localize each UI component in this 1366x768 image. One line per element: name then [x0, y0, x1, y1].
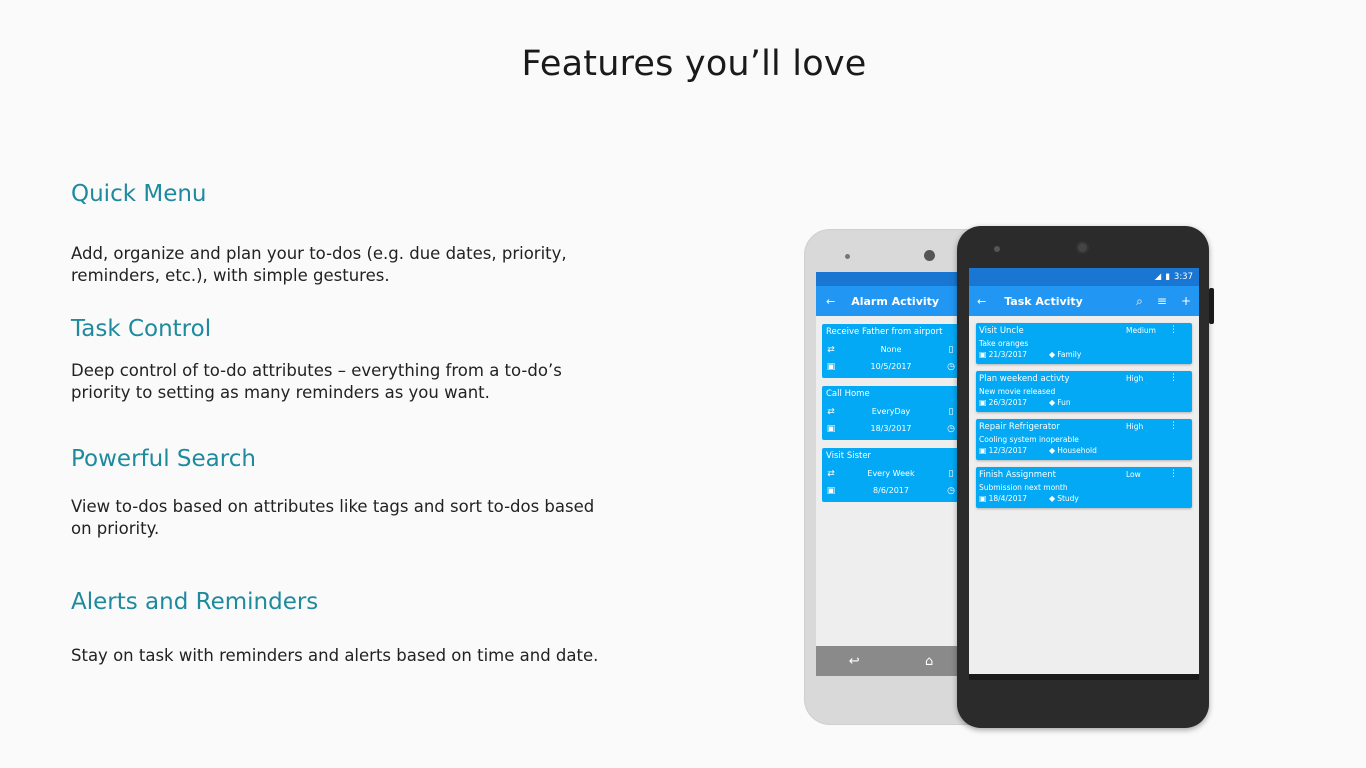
speaker-dot [845, 254, 850, 259]
task-note: New movie released [979, 387, 1056, 396]
vibrate-icon[interactable]: ▯ [946, 345, 956, 355]
vibrate-icon[interactable]: ▯ [946, 407, 956, 417]
feature-title: Alerts and Reminders [71, 589, 319, 615]
alarm-card[interactable]: Visit Sister ⇄ Every Week ▯ ▣ 8/6/2017 ◷ [822, 448, 960, 502]
alarm-activity-screen: ← Alarm Activity Receive Father from air… [816, 272, 966, 676]
alarm-name: Visit Sister [826, 451, 872, 461]
tag-icon: ◆ [1049, 398, 1056, 407]
task-title: Plan weekend activty [979, 374, 1070, 384]
more-vert-icon[interactable]: ⋮ [1169, 325, 1178, 335]
power-button [1209, 288, 1214, 324]
feature-powerful-search: Powerful Search View to-dos based on att… [71, 446, 611, 540]
alarm-card[interactable]: Receive Father from airport ⇄ None ▯ ▣ 10/5… [822, 324, 960, 378]
clock-icon[interactable]: ◷ [946, 362, 956, 372]
screen-bottom-bezel [969, 674, 1199, 680]
feature-description: View to-dos based on attributes like tag… [71, 497, 595, 538]
calendar-icon: ▣ [826, 485, 836, 496]
task-priority: Medium [1126, 326, 1156, 335]
alarm-name: Receive Father from airport [826, 327, 943, 337]
more-vert-icon[interactable]: ⋮ [1169, 421, 1178, 431]
task-tag: Household [1057, 446, 1097, 455]
feature-description: Stay on task with reminders and alerts b… [71, 646, 599, 665]
task-tag: Fun [1057, 398, 1071, 407]
repeat-icon: ⇄ [827, 468, 835, 479]
task-card[interactable]: Finish Assignment Low ⋮ Submission next … [976, 467, 1192, 508]
status-time: 3:37 [1173, 272, 1193, 282]
task-priority: Low [1126, 470, 1141, 479]
task-title: Repair Refrigerator [979, 422, 1060, 432]
nav-back-icon[interactable]: ↩ [849, 654, 860, 669]
nav-bar: ↩ ⌂ [816, 646, 966, 676]
calendar-icon: ▣ [979, 350, 987, 359]
feature-title: Task Control [71, 316, 212, 342]
calendar-icon: ▣ [979, 398, 987, 407]
sort-icon[interactable]: ≡ [1157, 294, 1167, 308]
more-vert-icon[interactable]: ⋮ [1169, 373, 1178, 383]
tag-icon: ◆ [1049, 350, 1056, 359]
signal-icon: ◢ [1154, 272, 1162, 282]
back-arrow-icon[interactable]: ← [826, 295, 835, 308]
alarm-name: Call Home [826, 389, 870, 399]
feature-title: Powerful Search [71, 446, 256, 472]
search-icon[interactable]: ⌕ [1136, 294, 1143, 309]
speaker-dot [994, 246, 1000, 252]
app-bar-title: Alarm Activity [851, 294, 940, 308]
camera [924, 250, 935, 261]
calendar-icon: ▣ [826, 361, 836, 372]
task-note: Submission next month [979, 483, 1068, 492]
more-vert-icon[interactable]: ⋮ [1169, 469, 1178, 479]
task-priority: High [1126, 422, 1144, 431]
feature-description: Add, organize and plan your to-dos (e.g.… [71, 244, 567, 285]
feature-task-control: Task Control Deep control of to-do attri… [71, 316, 611, 404]
battery-icon: ▮ [1165, 272, 1170, 282]
feature-title: Quick Menu [71, 181, 207, 207]
task-activity-screen: ◢ ▮ 3:37 ← Task Activity ⌕ ≡ + Visit Unc… [969, 268, 1199, 674]
page-title: Features you’ll love [521, 44, 867, 84]
calendar-icon: ▣ [826, 423, 836, 434]
task-tag: Family [1057, 350, 1082, 359]
alarm-repeat: Every Week [867, 469, 915, 478]
task-card[interactable]: Plan weekend activty High ⋮ New movie re… [976, 371, 1192, 412]
vibrate-icon[interactable]: ▯ [946, 469, 956, 479]
task-title: Visit Uncle [979, 326, 1024, 336]
alarm-card[interactable]: Call Home ⇄ EveryDay ▯ ▣ 18/3/2017 ◷ [822, 386, 960, 440]
clock-icon[interactable]: ◷ [946, 424, 956, 434]
task-date: 18/4/2017 [988, 494, 1028, 503]
status-bar: ◢ ▮ 3:37 [969, 268, 1199, 286]
task-title: Finish Assignment [979, 470, 1056, 480]
task-card[interactable]: Repair Refrigerator High ⋮ Cooling syste… [976, 419, 1192, 460]
feature-alerts-reminders: Alerts and Reminders Stay on task with r… [71, 589, 611, 667]
app-bar: ← Alarm Activity [816, 286, 966, 316]
calendar-icon: ▣ [979, 494, 987, 503]
repeat-icon: ⇄ [827, 344, 835, 355]
task-note: Cooling system inoperable [979, 435, 1079, 444]
task-date: 26/3/2017 [988, 398, 1028, 407]
back-arrow-icon[interactable]: ← [977, 295, 986, 308]
camera [1076, 241, 1089, 254]
task-priority: High [1126, 374, 1144, 383]
calendar-icon: ▣ [979, 446, 987, 455]
app-bar-title: Task Activity [1004, 294, 1083, 308]
feature-description: Deep control of to-do attributes – every… [71, 361, 562, 402]
alarm-date: 18/3/2017 [870, 424, 912, 433]
task-date: 12/3/2017 [988, 446, 1028, 455]
clock-icon[interactable]: ◷ [946, 486, 956, 496]
app-bar: ← Task Activity ⌕ ≡ + [969, 286, 1199, 316]
tag-icon: ◆ [1049, 446, 1056, 455]
nav-home-icon[interactable]: ⌂ [925, 654, 933, 669]
repeat-icon: ⇄ [827, 406, 835, 417]
tag-icon: ◆ [1049, 494, 1056, 503]
alarm-repeat: EveryDay [871, 407, 911, 416]
status-bar [816, 272, 966, 286]
task-tag: Study [1057, 494, 1079, 503]
add-icon[interactable]: + [1181, 294, 1191, 308]
alarm-date: 10/5/2017 [870, 362, 912, 371]
phone-mockup-front: ◢ ▮ 3:37 ← Task Activity ⌕ ≡ + Visit Unc… [957, 226, 1214, 728]
alarm-repeat: None [880, 345, 902, 354]
feature-quick-menu: Quick Menu Add, organize and plan your t… [71, 181, 611, 287]
alarm-date: 8/6/2017 [873, 486, 909, 495]
task-note: Take oranges [979, 339, 1029, 348]
task-date: 21/3/2017 [988, 350, 1028, 359]
task-card[interactable]: Visit Uncle Medium ⋮ Take oranges ▣ 21/3/… [976, 323, 1192, 364]
